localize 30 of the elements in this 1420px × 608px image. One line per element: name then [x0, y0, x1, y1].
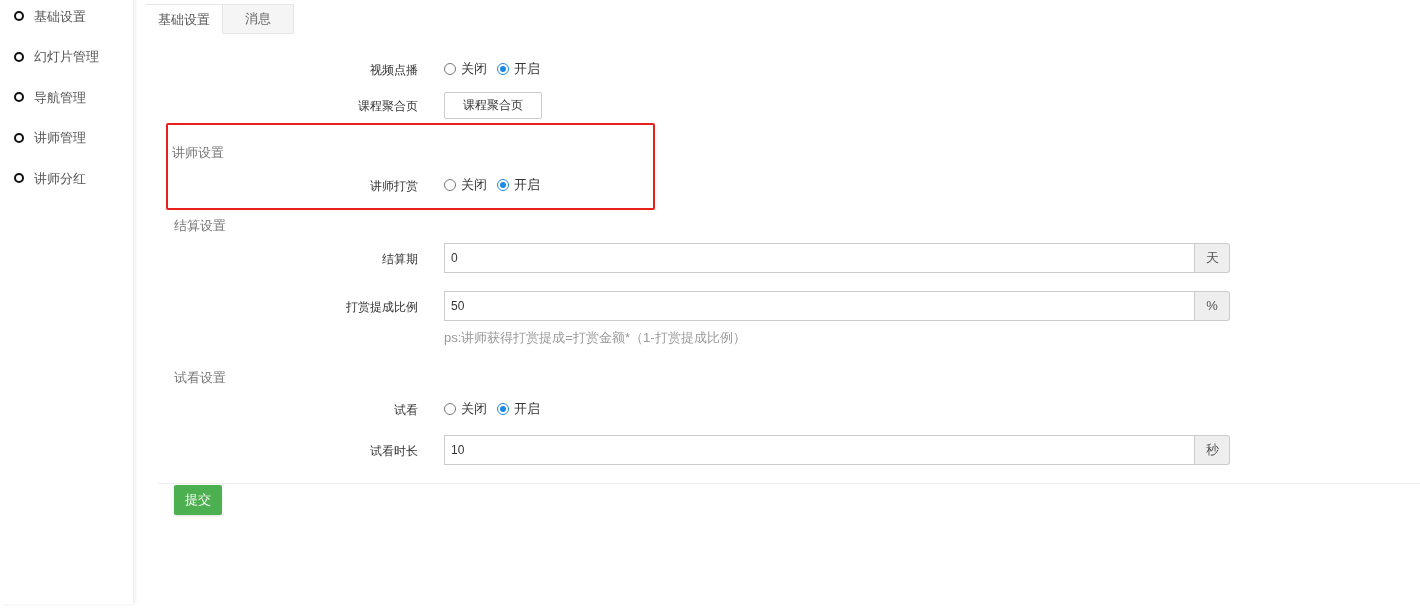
sidebar-item[interactable]: 基础设置: [0, 0, 133, 37]
section-title: 试看设置: [174, 370, 226, 385]
field-label: 课程聚合页: [358, 99, 418, 113]
field-label: 打赏提成比例: [346, 300, 418, 314]
radio-option[interactable]: 开启: [497, 175, 540, 195]
sidebar-item[interactable]: 讲师分红: [0, 158, 133, 199]
input-field[interactable]: 50: [444, 291, 1195, 321]
field-label: 试看时长: [370, 444, 418, 458]
section-title: 讲师设置: [172, 145, 224, 160]
radio-option[interactable]: 开启: [497, 399, 540, 419]
radio-option[interactable]: 关闭: [444, 59, 487, 79]
radio-option[interactable]: 关闭: [444, 175, 487, 195]
unit-addon: 秒: [1195, 435, 1230, 465]
input-field[interactable]: 0: [444, 243, 1195, 273]
sidebar-item[interactable]: 导航管理: [0, 77, 133, 118]
sidebar-item[interactable]: 讲师管理: [0, 117, 133, 158]
course-page-button[interactable]: 课程聚合页: [444, 91, 542, 119]
field-label: 结算期: [382, 252, 418, 266]
input-field[interactable]: 10: [444, 435, 1195, 465]
section-title: 结算设置: [174, 218, 226, 233]
field-label: 讲师打赏: [370, 179, 418, 193]
radio-option[interactable]: 开启: [497, 59, 540, 79]
tab[interactable]: 消息: [222, 4, 294, 34]
radio-option[interactable]: 关闭: [444, 399, 487, 419]
formula-note: ps:讲师获得打赏提成=打赏金额*（1-打赏提成比例）: [444, 330, 746, 345]
unit-addon: 天: [1195, 243, 1230, 273]
unit-addon: %: [1195, 291, 1230, 321]
sidebar-item[interactable]: 幻灯片管理: [0, 36, 133, 77]
field-label: 视频点播: [370, 63, 418, 77]
field-label: 试看: [394, 403, 418, 417]
